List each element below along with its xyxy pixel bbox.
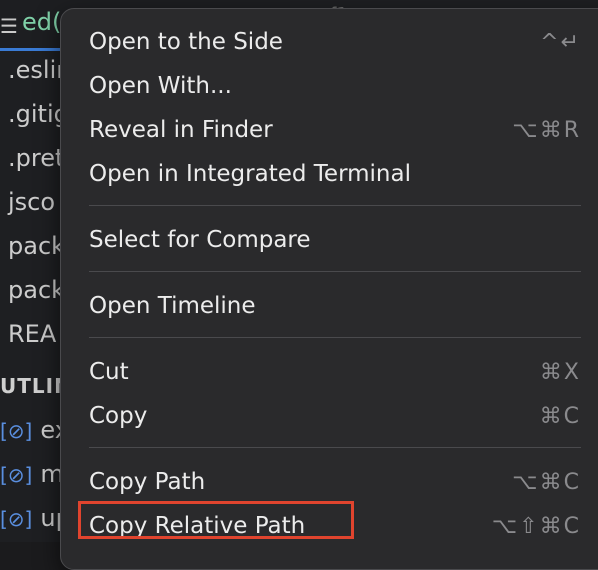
menu-item-label: Reveal in Finder xyxy=(89,117,273,143)
highlight-annotation-box xyxy=(78,501,354,539)
shortcut-label: ^↵ xyxy=(540,29,581,55)
menu-item-reveal-in-finder[interactable]: Reveal in Finder ⌥⌘R xyxy=(89,108,581,152)
variable-symbol-icon: [⊘] xyxy=(0,463,33,487)
editor-tab-title[interactable]: ed( xyxy=(22,8,61,36)
menu-item-label: Open Timeline xyxy=(89,293,256,319)
sidebar-file-item[interactable]: jsco xyxy=(8,188,55,216)
shortcut-label: ⌥⌘R xyxy=(512,117,581,143)
menu-item-open-to-side[interactable]: Open to the Side ^↵ xyxy=(89,20,581,64)
menu-item-label: Copy xyxy=(89,403,148,429)
sidebar-file-item[interactable]: .pret xyxy=(8,144,64,172)
outline-item[interactable]: [⊘] ex xyxy=(0,416,69,444)
sidebar-file-item[interactable]: pack xyxy=(8,276,65,304)
sidebar-file-item[interactable]: pack xyxy=(8,232,65,260)
menu-item-label: Copy Path xyxy=(89,469,206,495)
menu-item-copy-path[interactable]: Copy Path ⌥⌘C xyxy=(89,460,581,504)
menu-item-open-timeline[interactable]: Open Timeline xyxy=(89,284,581,328)
menu-item-label: Open in Integrated Terminal xyxy=(89,161,411,187)
menu-item-label: Cut xyxy=(89,359,129,385)
context-menu: Open to the Side ^↵ Open With... Reveal … xyxy=(60,8,598,570)
menu-item-label: Select for Compare xyxy=(89,227,311,253)
menu-item-select-for-compare[interactable]: Select for Compare xyxy=(89,218,581,262)
menu-item-open-with[interactable]: Open With... xyxy=(89,64,581,108)
menu-item-open-in-terminal[interactable]: Open in Integrated Terminal xyxy=(89,152,581,196)
shortcut-label: ⌥⇧⌘C xyxy=(491,513,581,539)
menu-item-label: Open With... xyxy=(89,73,232,99)
menu-item-label: Open to the Side xyxy=(89,29,283,55)
shortcut-label: ⌥⌘C xyxy=(512,469,581,495)
variable-symbol-icon: [⊘] xyxy=(0,507,33,531)
menu-item-copy[interactable]: Copy ⌘C xyxy=(89,394,581,438)
outline-item[interactable]: [⊘] m xyxy=(0,460,64,488)
menu-separator xyxy=(89,271,581,272)
shortcut-label: ⌘X xyxy=(539,359,581,385)
shortcut-label: ⌘C xyxy=(539,403,581,429)
list-icon: ☰ xyxy=(0,14,18,38)
menu-item-cut[interactable]: Cut ⌘X xyxy=(89,350,581,394)
sidebar-file-item[interactable]: REA xyxy=(8,320,56,348)
menu-separator xyxy=(89,337,581,338)
menu-separator xyxy=(89,205,581,206)
menu-separator xyxy=(89,447,581,448)
variable-symbol-icon: [⊘] xyxy=(0,419,33,443)
